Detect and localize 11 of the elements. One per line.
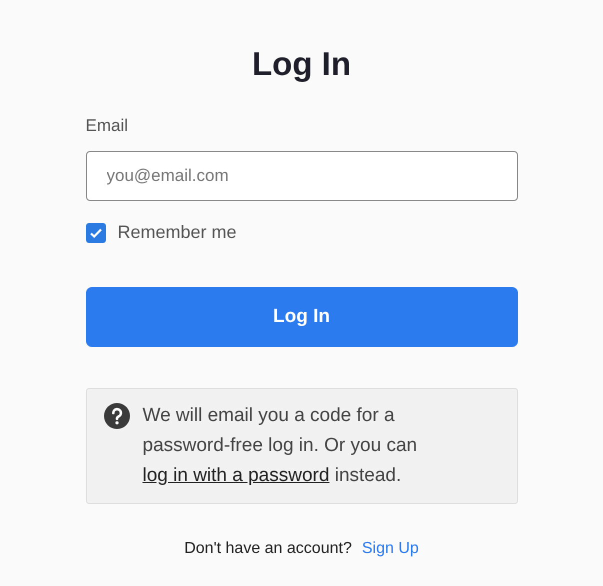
password-login-link[interactable]: log in with a password: [142, 465, 330, 486]
email-field[interactable]: you@email.com: [86, 151, 518, 201]
remember-checkbox[interactable]: [86, 222, 106, 242]
signup-link[interactable]: Sign Up: [362, 540, 419, 558]
info-text: We will email you a code for a password-free log in. Or you can log in with a password instead.: [142, 404, 418, 488]
email-label: Email: [86, 115, 130, 137]
signup-prompt: Don't have an account?: [184, 540, 352, 558]
login-button[interactable]: Log In: [86, 287, 518, 347]
page-title: Log In: [252, 44, 351, 84]
help-icon: [104, 403, 130, 429]
remember-label: Remember me: [118, 222, 237, 243]
